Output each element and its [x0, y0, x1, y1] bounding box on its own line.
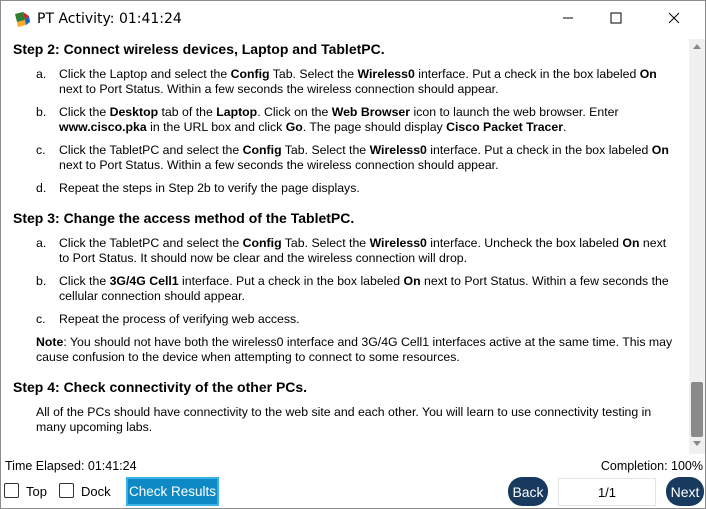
step4-text: All of the PCs should have connectivity … [36, 405, 652, 434]
maximize-icon [610, 11, 622, 29]
check-results-button[interactable]: Check Results [126, 477, 219, 506]
item-text: Click the TabletPC and select the Config… [59, 236, 667, 265]
scrollbar-thumb[interactable] [691, 382, 703, 437]
step2-heading: Step 2: Connect wireless devices, Laptop… [13, 41, 385, 57]
list-item: b. Click the Desktop tab of the Laptop. … [36, 105, 676, 134]
list-item: a. Click the TabletPC and select the Con… [36, 236, 676, 265]
page-indicator: 1/1 [558, 478, 656, 506]
list-item: c. Repeat the process of verifying web a… [36, 312, 676, 327]
instructions-content[interactable]: Step 2: Connect wireless devices, Laptop… [1, 39, 689, 454]
note-label: Note [36, 335, 64, 349]
item-label: b. [36, 105, 47, 119]
note-paragraph: Note: You should not have both the wirel… [36, 335, 676, 364]
item-text: Click the Desktop tab of the Laptop. Cli… [59, 105, 619, 134]
item-text: Click the 3G/4G Cell1 interface. Put a c… [59, 274, 669, 303]
scroll-up-arrow-icon[interactable] [693, 44, 701, 49]
packet-tracer-icon [13, 11, 31, 29]
list-item: a. Click the Laptop and select the Confi… [36, 67, 676, 96]
item-text: Click the Laptop and select the Config T… [59, 67, 657, 96]
list-item: d. Repeat the steps in Step 2b to verify… [36, 181, 676, 196]
window-title: PT Activity: 01:41:24 [37, 11, 182, 27]
list-item: b. Click the 3G/4G Cell1 interface. Put … [36, 274, 676, 303]
step4-heading: Step 4: Check connectivity of the other … [13, 379, 308, 395]
item-text: Repeat the steps in Step 2b to verify th… [59, 181, 360, 195]
step3-heading: Step 3: Change the access method of the … [13, 210, 355, 226]
note-text: : You should not have both the wireless0… [36, 335, 673, 364]
close-icon [668, 11, 680, 29]
completion-status: Completion: 100% [600, 459, 703, 473]
time-elapsed: Time Elapsed: 01:41:24 [5, 459, 137, 473]
item-text: Repeat the process of verifying web acce… [59, 312, 300, 326]
item-label: b. [36, 274, 47, 288]
title-bar[interactable]: PT Activity: 01:41:24 [1, 1, 705, 39]
list-item: c. Click the TabletPC and select the Con… [36, 143, 676, 172]
top-checkbox-label[interactable]: Top [26, 484, 47, 499]
bottom-toolbar: Top Dock Check Results Back 1/1 Next [1, 476, 705, 508]
close-button[interactable] [651, 1, 697, 39]
item-label: c. [36, 143, 46, 157]
status-bar: Time Elapsed: 01:41:24 Completion: 100% [1, 456, 705, 476]
item-label: a. [36, 67, 47, 81]
next-button[interactable]: Next [666, 477, 704, 506]
vertical-scrollbar[interactable] [689, 39, 705, 454]
pt-activity-window: PT Activity: 01:41:24 Step 2: Connect wi… [0, 0, 706, 509]
top-checkbox[interactable] [4, 483, 19, 498]
minimize-icon [562, 11, 574, 29]
minimize-button[interactable] [545, 1, 591, 39]
maximize-button[interactable] [593, 1, 639, 39]
item-label: c. [36, 312, 46, 326]
item-label: d. [36, 181, 47, 195]
dock-checkbox[interactable] [59, 483, 74, 498]
item-text: Click the TabletPC and select the Config… [59, 143, 669, 172]
dock-checkbox-label[interactable]: Dock [81, 484, 111, 499]
back-button[interactable]: Back [508, 477, 548, 506]
item-label: a. [36, 236, 47, 250]
scroll-down-arrow-icon[interactable] [693, 441, 701, 446]
